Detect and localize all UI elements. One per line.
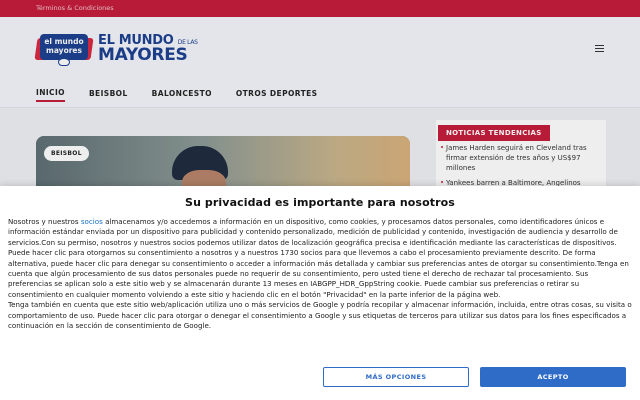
more-options-button[interactable]: MÁS OPCIONES [323, 367, 469, 387]
partners-link[interactable]: socios [81, 217, 103, 226]
privacy-consent-dialog: Su privacidad es importante para nosotro… [0, 186, 640, 400]
consent-button-row: MÁS OPCIONES ACEPTO [0, 367, 640, 389]
accept-button[interactable]: ACEPTO [480, 367, 626, 387]
consent-text-pre: Nosotros y nuestros [8, 217, 81, 226]
consent-title: Su privacidad es importante para nosotro… [185, 196, 455, 209]
page-dim-overlay [0, 0, 640, 186]
consent-paragraph-1: Nosotros y nuestros socios almacenamos y… [8, 217, 632, 300]
consent-paragraph-2: Tenga también en cuenta que este sitio w… [8, 300, 632, 331]
consent-text-post: almacenamos y/o accedemos a información … [8, 217, 629, 299]
